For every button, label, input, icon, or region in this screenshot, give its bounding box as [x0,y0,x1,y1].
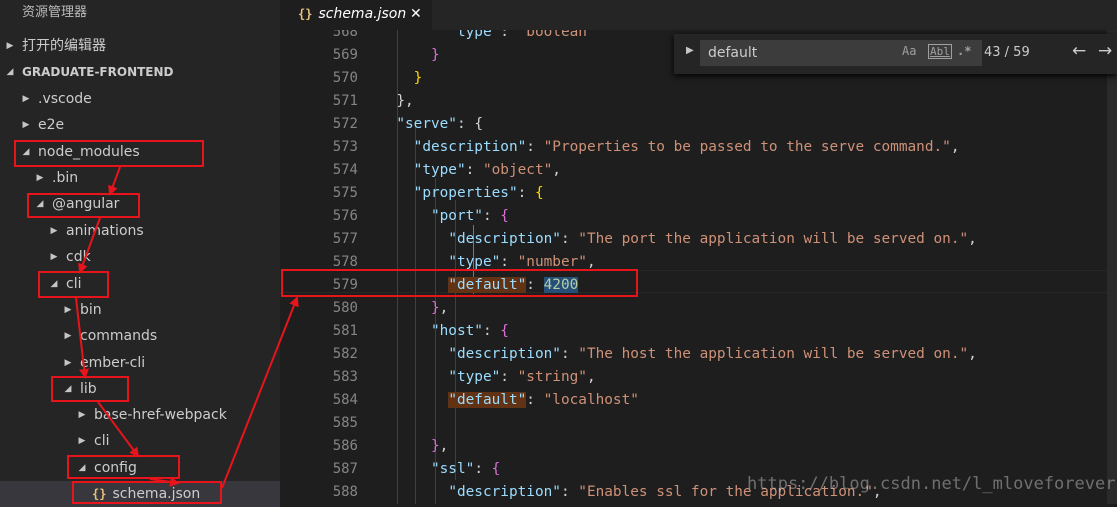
arrow-lib-to-config [97,401,140,458]
arrow-schema-to-line-579 [221,296,299,489]
arrow-angular-to-cli [78,217,101,274]
arrow-cli-to-lib [75,297,90,379]
arrow-node-modules-to-angular [108,166,121,196]
watermark-url: https://blog.csdn.net/l_mloveforever [747,474,1116,494]
arrow-config-to-schema [149,476,180,487]
annotation-arrows [75,166,299,489]
